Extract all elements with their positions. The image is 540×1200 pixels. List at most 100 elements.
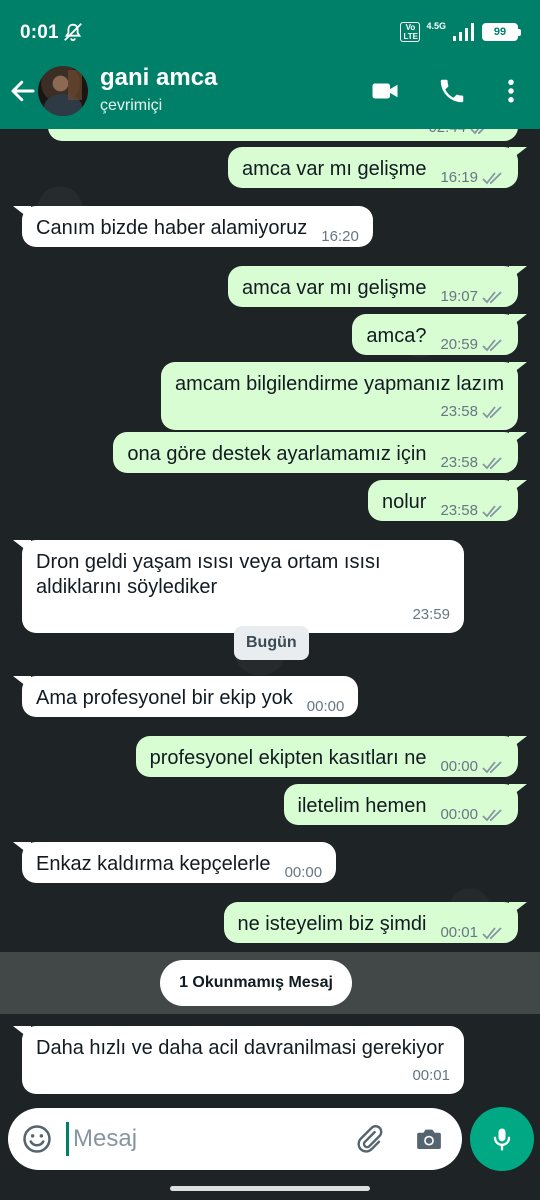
message-bubble-incoming[interactable]: Dron geldi yaşam ısısı veya ortam ısısı … <box>22 540 464 633</box>
home-indicator[interactable] <box>170 1186 370 1191</box>
message-bubble-outgoing[interactable]: profesyonel ekipten kasıtları ne 00:00 <box>135 736 518 779</box>
message-time: 00:00 <box>440 758 478 775</box>
message-time: 20:59 <box>440 336 478 353</box>
message-text: Canım bizde haber alamiyoruz <box>36 217 308 239</box>
message-meta: 23:58 <box>189 399 504 424</box>
message-bubble-outgoing[interactable]: ne isteyelim biz şimdi 00:01 <box>223 902 518 945</box>
double-check-icon <box>482 760 502 773</box>
message-text: ne isteyelim biz şimdi <box>237 913 427 935</box>
message-bubble-incoming[interactable]: Canım bizde haber alamiyoruz 16:20 <box>22 206 373 247</box>
battery-level: 99 <box>493 26 507 38</box>
double-check-icon <box>482 338 502 351</box>
status-bar: 0:01 Vo LTE 4.5G 99 <box>0 0 540 64</box>
status-time: 0:01 <box>20 22 59 43</box>
message-time: 00:01 <box>440 924 478 941</box>
message-time: 16:20 <box>321 228 359 245</box>
video-call-icon[interactable] <box>370 76 400 106</box>
message-text: Ama profesyonel bir ekip yok <box>36 687 293 709</box>
message-bubble-incoming[interactable]: Ama profesyonel bir ekip yok 00:00 <box>22 676 359 719</box>
message-text: amca? <box>366 325 427 347</box>
message-bubble-outgoing[interactable]: iletelim hemen 00:00 <box>283 784 518 827</box>
message-text: amca var mı gelişme <box>241 277 427 299</box>
volte-top-text: Vo <box>405 23 416 32</box>
chat-area[interactable]: 02:44 amca var mı gelişme 16:19 Canım bi… <box>0 129 540 1200</box>
message-text: Dron geldi yaşam ısısı veya ortam ısısı … <box>36 551 381 598</box>
message-meta: 20:59 <box>440 332 504 357</box>
mic-button[interactable] <box>470 1107 534 1171</box>
double-check-icon <box>470 129 484 134</box>
mic-icon <box>493 1128 511 1151</box>
contact-status: çevrimiçi <box>100 97 163 114</box>
attach-icon[interactable] <box>354 1124 384 1154</box>
phone-call-icon[interactable] <box>437 76 467 106</box>
message-time: 23:58 <box>440 403 478 420</box>
message-time: 00:01 <box>412 1067 450 1084</box>
network-type: 4.5G <box>426 21 446 31</box>
message-bubble-outgoing[interactable]: 02:44 <box>48 129 518 141</box>
message-time: 19:07 <box>440 288 478 305</box>
date-separator: Bugün <box>234 626 309 660</box>
double-check-icon <box>482 171 502 184</box>
message-time: 23:58 <box>440 502 478 519</box>
message-text: amca var mı gelişme <box>241 158 427 180</box>
message-meta: 00:01 <box>440 920 504 945</box>
message-meta: 00:00 <box>440 754 504 779</box>
double-check-icon <box>482 290 502 303</box>
unread-separator: 1 Okunmamış Mesaj <box>0 952 540 1014</box>
message-meta: 23:58 <box>440 450 504 475</box>
message-meta: 00:00 <box>307 694 345 719</box>
message-bubble-outgoing[interactable]: amca var mı gelişme 19:07 <box>227 266 518 309</box>
double-check-icon <box>482 808 502 821</box>
message-bubble-outgoing[interactable]: amcam bilgilendirme yapmanız lazım 23:58 <box>160 362 518 430</box>
message-time: 00:00 <box>440 806 478 823</box>
mute-icon <box>64 23 82 42</box>
unread-messages-label: 1 Okunmamış Mesaj <box>160 960 352 1006</box>
message-bubble-outgoing[interactable]: ona göre destek ayarlamamız için 23:58 <box>113 432 518 473</box>
message-text: amcam bilgilendirme yapmanız lazım <box>174 373 504 395</box>
message-bubble-incoming[interactable]: Daha hızlı ve daha acil davranilmasi ger… <box>22 1026 464 1094</box>
message-text: iletelim hemen <box>297 795 427 817</box>
message-bubble-outgoing[interactable]: amca? 20:59 <box>352 314 518 355</box>
message-composer: Mesaj <box>8 1108 462 1170</box>
message-time: 16:19 <box>440 169 478 186</box>
message-meta: 23:58 <box>440 498 504 523</box>
more-vert-icon[interactable] <box>496 76 526 106</box>
message-text: ona göre destek ayarlamamız için <box>127 443 427 465</box>
message-bubble-incoming[interactable]: Enkaz kaldırma kepçelerle 00:00 <box>22 842 337 885</box>
message-meta: 19:07 <box>440 284 504 309</box>
double-check-icon <box>482 456 502 469</box>
battery-indicator: 99 <box>482 23 521 41</box>
message-time: 02:44 <box>428 129 466 140</box>
message-text: profesyonel ekipten kasıtları ne <box>149 747 427 769</box>
status-icons: Vo LTE 4.5G 99 <box>400 20 521 44</box>
message-text: Daha hızlı ve daha acil davranilmasi ger… <box>36 1037 444 1059</box>
signal-icon <box>453 23 474 41</box>
message-text: Enkaz kaldırma kepçelerle <box>36 853 271 875</box>
message-meta: 16:20 <box>321 224 359 249</box>
message-text: nolur <box>381 491 427 513</box>
message-meta: 23:59 <box>50 602 450 627</box>
top-bar: 0:01 Vo LTE 4.5G 99 gani amca çevrimiçi <box>0 0 540 129</box>
double-check-icon <box>482 405 502 418</box>
volte-bottom-text: LTE <box>403 32 418 41</box>
message-input[interactable]: Mesaj <box>66 1122 137 1156</box>
message-time: 23:58 <box>440 454 478 471</box>
message-time: 00:00 <box>306 698 345 715</box>
back-arrow-icon[interactable] <box>8 76 38 106</box>
double-check-icon <box>482 504 502 517</box>
contact-avatar[interactable] <box>38 66 88 116</box>
message-meta: 02:44 <box>428 129 492 140</box>
message-meta: 00:00 <box>285 860 323 885</box>
message-meta: 00:00 <box>440 802 504 827</box>
contact-name[interactable]: gani amca <box>100 64 217 92</box>
message-meta: 00:01 <box>50 1063 450 1088</box>
message-time: 00:00 <box>284 864 323 881</box>
emoji-icon[interactable] <box>22 1124 52 1154</box>
double-check-icon <box>482 926 502 939</box>
camera-icon[interactable] <box>414 1124 444 1154</box>
volte-badge: Vo LTE <box>400 22 421 42</box>
message-bubble-outgoing[interactable]: nolur 23:58 <box>367 480 518 523</box>
message-bubble-outgoing[interactable]: amca var mı gelişme 16:19 <box>227 147 518 188</box>
chat-app-bar: gani amca çevrimiçi <box>0 64 540 129</box>
message-time: 23:59 <box>412 606 450 623</box>
